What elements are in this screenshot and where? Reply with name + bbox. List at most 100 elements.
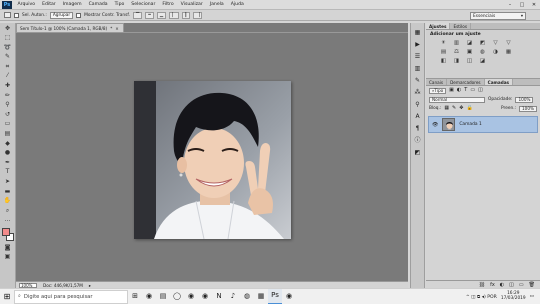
menu-tipo[interactable]: Tipo bbox=[111, 2, 128, 7]
taskbar-search[interactable]: ⌕ Digite aqui para pesquisar bbox=[14, 289, 128, 304]
vibrance-icon[interactable]: ▽ bbox=[492, 41, 499, 47]
auto-select-dropdown[interactable]: Agrupar bbox=[49, 11, 74, 19]
photo-filter-icon[interactable]: ◍ bbox=[479, 50, 486, 56]
lasso-tool-icon[interactable]: ➰ bbox=[3, 44, 13, 51]
lock-icon[interactable]: 🔒 bbox=[466, 106, 472, 111]
more-tools-icon[interactable]: … bbox=[3, 217, 13, 224]
actions-panel-icon[interactable]: ▶ bbox=[414, 41, 422, 48]
lock-transparent-icon[interactable]: ▦ bbox=[444, 106, 449, 111]
brush-tool-icon[interactable]: ✏ bbox=[3, 92, 13, 99]
music-icon[interactable]: ♪ bbox=[226, 289, 240, 304]
task-view-icon[interactable]: ⊞ bbox=[128, 289, 142, 304]
eye-icon[interactable]: 👁 bbox=[432, 122, 438, 128]
clone-stamp-tool-icon[interactable]: ⚲ bbox=[3, 102, 13, 109]
filter-shape-icon[interactable]: ▭ bbox=[470, 88, 475, 93]
close-tab-icon[interactable]: × bbox=[115, 26, 119, 31]
trash-icon[interactable]: 🗑 bbox=[529, 282, 535, 288]
tab-canais[interactable]: Canais bbox=[426, 79, 448, 85]
clone-source-icon[interactable]: ⚲ bbox=[414, 101, 422, 108]
filter-adjust-icon[interactable]: ◐ bbox=[457, 88, 461, 93]
opacity-field[interactable]: 100% bbox=[515, 96, 534, 103]
invert-icon[interactable]: ◧ bbox=[440, 59, 447, 65]
brightness-contrast-icon[interactable]: ☀ bbox=[440, 41, 447, 47]
info-panel-icon[interactable]: ⓘ bbox=[414, 137, 422, 144]
file-explorer-icon[interactable]: ▤ bbox=[156, 289, 170, 304]
brush-panel-icon[interactable]: ✎ bbox=[414, 77, 422, 84]
hand-tool-icon[interactable]: ✋ bbox=[3, 198, 13, 205]
store-icon[interactable]: ▦ bbox=[254, 289, 268, 304]
lock-brush-icon[interactable]: ✎ bbox=[452, 106, 456, 111]
menu-janela[interactable]: Janela bbox=[206, 2, 227, 7]
tab-demarcadores[interactable]: Demarcadores bbox=[447, 79, 485, 85]
browser-icon[interactable]: ◉ bbox=[142, 289, 156, 304]
align-top-button[interactable]: ▔ bbox=[132, 11, 143, 19]
menu-arquivo[interactable]: Arquivo bbox=[14, 2, 39, 7]
filter-pixel-icon[interactable]: ▣ bbox=[449, 88, 454, 93]
color-balance-icon[interactable]: ⚖ bbox=[453, 50, 460, 56]
align-middle-button[interactable]: ═ bbox=[145, 11, 154, 19]
app-icon[interactable]: ◍ bbox=[240, 289, 254, 304]
status-arrow-icon[interactable]: ▸ bbox=[89, 283, 91, 288]
marquee-tool-icon[interactable]: ⬚ bbox=[3, 35, 13, 42]
gradient-map-icon[interactable]: ◪ bbox=[479, 59, 486, 65]
layer-style-icon[interactable]: fx bbox=[490, 282, 495, 288]
adjustment-layer-icon[interactable]: ◐ bbox=[500, 282, 504, 288]
levels-icon[interactable]: ▥ bbox=[453, 41, 460, 47]
new-group-icon[interactable]: ◫ bbox=[509, 282, 514, 288]
align-center-button[interactable]: ║ bbox=[181, 11, 191, 19]
color-swatches[interactable] bbox=[1, 228, 14, 242]
document-area[interactable]: Sem Título-1 @ 100% (Camada 1, RGB/8) * … bbox=[16, 23, 408, 288]
new-layer-icon[interactable]: ▭ bbox=[519, 282, 524, 288]
start-button[interactable]: ⊞ bbox=[0, 289, 14, 304]
edge-icon[interactable]: ◯ bbox=[170, 289, 184, 304]
tab-estilos[interactable]: Estilos bbox=[450, 23, 472, 29]
menu-editar[interactable]: Editar bbox=[39, 2, 60, 7]
document-tab[interactable]: Sem Título-1 @ 100% (Camada 1, RGB/8) * … bbox=[16, 23, 124, 32]
menu-selecionar[interactable]: Selecionar bbox=[128, 2, 159, 7]
history-panel-icon[interactable]: ▦ bbox=[414, 29, 422, 36]
filter-smart-icon[interactable]: ◫ bbox=[478, 88, 483, 93]
link-layers-icon[interactable]: ⛓ bbox=[479, 282, 485, 288]
photoshop-taskbar-icon[interactable]: Ps bbox=[268, 288, 282, 304]
move-tool-icon[interactable] bbox=[4, 12, 11, 18]
threshold-icon[interactable]: ◫ bbox=[466, 59, 473, 65]
show-transform-checkbox[interactable] bbox=[76, 12, 82, 18]
properties-panel-icon[interactable]: ☰ bbox=[414, 53, 422, 60]
paragraph-panel-icon[interactable]: ¶ bbox=[414, 125, 422, 132]
character-panel-icon[interactable]: A bbox=[414, 113, 422, 120]
close-button[interactable]: ✕ bbox=[528, 2, 540, 8]
workspace-switcher[interactable]: Essenciais ▾ bbox=[470, 12, 526, 20]
lock-move-icon[interactable]: ✥ bbox=[459, 106, 463, 111]
triangle-icon[interactable]: ▽ bbox=[505, 41, 512, 47]
shape-tool-icon[interactable]: ▬ bbox=[3, 188, 13, 195]
minimize-button[interactable]: – bbox=[504, 2, 516, 8]
layer-row[interactable]: 👁 Camada 1 bbox=[428, 116, 538, 133]
menu-filtro[interactable]: Filtro bbox=[159, 2, 177, 7]
align-left-button[interactable]: ▏ bbox=[169, 11, 179, 19]
menu-camada[interactable]: Camada bbox=[85, 2, 111, 7]
move-tool-icon[interactable]: ✥ bbox=[3, 25, 13, 32]
history-brush-tool-icon[interactable]: ↺ bbox=[3, 111, 13, 118]
brush-presets-icon[interactable]: ⁂ bbox=[414, 89, 422, 96]
opera-icon[interactable]: ◉ bbox=[198, 289, 212, 304]
quick-mask-icon[interactable]: ◙ bbox=[3, 244, 13, 251]
maximize-button[interactable]: □ bbox=[516, 2, 528, 8]
posterize-icon[interactable]: ◨ bbox=[453, 59, 460, 65]
color-lookup-icon[interactable]: ▦ bbox=[505, 50, 512, 56]
channel-mixer-icon[interactable]: ◑ bbox=[492, 50, 499, 56]
notifications-icon[interactable]: ▭ bbox=[530, 294, 534, 299]
zoom-tool-icon[interactable]: ⌕ bbox=[3, 207, 13, 214]
navigator-panel-icon[interactable]: ◩ bbox=[414, 149, 422, 156]
align-right-button[interactable]: ▕ bbox=[193, 11, 203, 19]
menu-ajuda[interactable]: Ajuda bbox=[227, 2, 247, 7]
black-white-icon[interactable]: ▣ bbox=[466, 50, 473, 56]
quick-select-tool-icon[interactable]: ✎ bbox=[3, 54, 13, 61]
zoom-level-field[interactable]: 100% bbox=[19, 282, 37, 288]
chrome-icon[interactable]: ◉ bbox=[184, 289, 198, 304]
blur-tool-icon[interactable]: ◆ bbox=[3, 140, 13, 147]
eyedropper-tool-icon[interactable]: ⁄ bbox=[3, 73, 13, 80]
blend-mode-dropdown[interactable]: Normal bbox=[429, 96, 485, 103]
exposure-icon[interactable]: ◩ bbox=[479, 41, 486, 47]
fill-field[interactable]: 100% bbox=[519, 105, 537, 112]
hue-saturation-icon[interactable]: ▤ bbox=[440, 50, 447, 56]
